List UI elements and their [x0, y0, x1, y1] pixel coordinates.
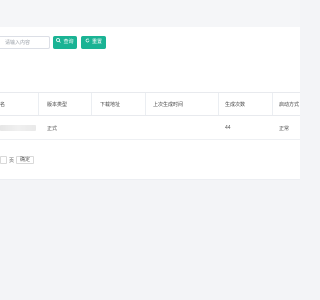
column-header-version-type: 版本类型	[47, 102, 68, 108]
confirm-button[interactable]: 确定	[16, 156, 35, 164]
search-icon	[56, 36, 62, 49]
search-input[interactable]	[0, 36, 50, 49]
page-jump-input[interactable]	[0, 156, 7, 164]
column-header-last-generated: 上次生成时间	[153, 102, 184, 108]
search-button-label: 查询	[63, 39, 74, 45]
top-bar	[0, 0, 300, 27]
data-table: 名 版本类型 下载地址 上次生成时间 生成次数 启动方式 正式 44 正常	[0, 92, 300, 140]
column-divider	[145, 93, 146, 115]
column-header-count: 生成次数	[225, 102, 246, 108]
table-header: 名 版本类型 下载地址 上次生成时间 生成次数 启动方式	[0, 92, 300, 116]
table-row[interactable]: 正式 44 正常	[0, 116, 300, 140]
redacted-name	[0, 125, 36, 131]
cell-start-mode: 正常	[279, 126, 290, 132]
cell-version-type: 正式	[47, 126, 58, 132]
column-divider	[38, 93, 39, 115]
column-header-name: 名	[0, 102, 6, 108]
reset-button-label: 重置	[91, 39, 102, 45]
pagination: 页 确定	[0, 156, 35, 164]
column-header-start-mode: 启动方式	[279, 102, 300, 108]
reset-button[interactable]: 重置	[81, 36, 106, 49]
page-suffix-label: 页	[9, 157, 15, 164]
column-divider	[218, 93, 219, 115]
cell-count: 44	[225, 125, 231, 131]
refresh-icon	[85, 36, 90, 49]
column-header-download-url: 下载地址	[100, 102, 121, 108]
search-button[interactable]: 查询	[53, 36, 77, 49]
column-divider	[272, 93, 273, 115]
column-divider	[91, 93, 92, 115]
